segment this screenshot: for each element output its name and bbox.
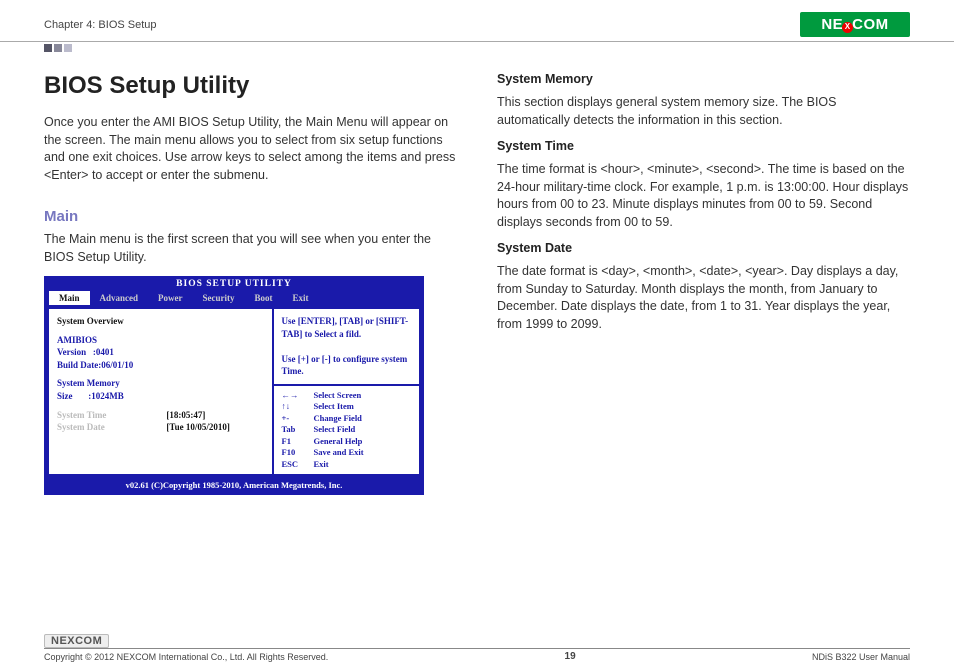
intro-paragraph: Once you enter the AMI BIOS Setup Utilit… xyxy=(44,114,457,184)
bios-footer: v02.61 (C)Copyright 1985-2010, American … xyxy=(45,478,423,494)
page-title: BIOS Setup Utility xyxy=(44,72,457,100)
logo-left: NE xyxy=(821,16,843,33)
system-date-label[interactable]: System Date xyxy=(57,421,106,434)
nav-key-tab: Tab xyxy=(282,424,306,435)
version-label: Version xyxy=(57,347,86,357)
bios-right-panel: Use [ENTER], [TAB] or [SHIFT-TAB] to Sel… xyxy=(274,307,422,476)
system-date-heading: System Date xyxy=(497,241,910,255)
nav-label-pm: Change Field xyxy=(314,413,362,424)
bios-tabs: Main Advanced Power Security Boot Exit xyxy=(45,291,423,305)
bios-help-panel: Use [ENTER], [TAB] or [SHIFT-TAB] to Sel… xyxy=(274,307,422,386)
bios-tab-power[interactable]: Power xyxy=(148,291,193,305)
system-time-text: The time format is <hour>, <minute>, <se… xyxy=(497,161,910,231)
chapter-label: Chapter 4: BIOS Setup xyxy=(44,19,157,31)
bios-body: System Overview AMIBIOS Version :0401 Bu… xyxy=(47,307,421,476)
bios-nav-panel: ←→ Select Screen ↑↓ Select Item +- Change F… xyxy=(274,386,422,476)
page-content: BIOS Setup Utility Once you enter the AM… xyxy=(0,62,954,495)
bios-left-panel: System Overview AMIBIOS Version :0401 Bu… xyxy=(47,307,274,476)
system-time-label[interactable]: System Time xyxy=(57,409,106,422)
system-time-heading: System Time xyxy=(497,139,910,153)
copyright-text: Copyright © 2012 NEXCOM International Co… xyxy=(44,652,328,662)
bios-tab-security[interactable]: Security xyxy=(193,291,245,305)
main-heading: Main xyxy=(44,208,457,225)
nav-key-ud: ↑↓ xyxy=(282,401,306,412)
nav-label-lr: Select Screen xyxy=(314,390,362,401)
footer-logo: NEXCOM xyxy=(44,634,910,648)
nav-label-f10: Save and Exit xyxy=(314,447,364,458)
amibios-label: AMIBIOS xyxy=(57,334,264,347)
build-date-label: Build Date xyxy=(57,360,98,370)
nav-key-f1: F1 xyxy=(282,436,306,447)
bios-title: BIOS SETUP UTILITY xyxy=(45,277,423,291)
system-date-text: The date format is <day>, <month>, <date… xyxy=(497,263,910,333)
main-description: The Main menu is the first screen that y… xyxy=(44,231,457,266)
nav-label-esc: Exit xyxy=(314,459,329,470)
system-memory-label: System Memory xyxy=(57,377,264,390)
footer-decoration xyxy=(44,625,910,632)
system-time-value[interactable]: [18:05:47] xyxy=(166,409,229,422)
size-label: Size xyxy=(57,391,73,401)
bios-tab-exit[interactable]: Exit xyxy=(283,291,319,305)
nav-key-lr: ←→ xyxy=(282,390,306,401)
bios-tab-advanced[interactable]: Advanced xyxy=(90,291,149,305)
bios-help-2: Use [+] or [-] to configure system Time. xyxy=(282,353,412,378)
system-memory-heading: System Memory xyxy=(497,72,910,86)
size-value: :1024MB xyxy=(88,391,124,401)
bios-tab-main[interactable]: Main xyxy=(49,291,90,305)
nav-label-ud: Select Item xyxy=(314,401,354,412)
system-date-value[interactable]: [Tue 10/05/2010] xyxy=(166,421,229,434)
left-column: BIOS Setup Utility Once you enter the AM… xyxy=(44,72,457,495)
page-header: Chapter 4: BIOS Setup NEXCOM xyxy=(0,0,954,42)
bios-screenshot: BIOS SETUP UTILITY Main Advanced Power S… xyxy=(44,276,424,495)
nav-key-pm: +- xyxy=(282,413,306,424)
nav-label-f1: General Help xyxy=(314,436,363,447)
system-memory-text: This section displays general system mem… xyxy=(497,94,910,129)
footer-rule xyxy=(44,648,910,649)
version-value: :0401 xyxy=(93,347,114,357)
nav-label-tab: Select Field xyxy=(314,424,356,435)
page-footer: NEXCOM Copyright © 2012 NEXCOM Internati… xyxy=(0,625,954,662)
header-decoration xyxy=(44,44,910,54)
bios-tab-boot[interactable]: Boot xyxy=(245,291,283,305)
logo-right: COM xyxy=(852,16,889,33)
right-column: System Memory This section displays gene… xyxy=(497,72,910,495)
nav-key-f10: F10 xyxy=(282,447,306,458)
nexcom-logo: NEXCOM xyxy=(800,12,910,37)
page-number: 19 xyxy=(565,651,576,662)
bios-help-1: Use [ENTER], [TAB] or [SHIFT-TAB] to Sel… xyxy=(282,315,412,340)
system-overview-label: System Overview xyxy=(57,315,264,328)
manual-name: NDiS B322 User Manual xyxy=(812,652,910,662)
footer-logo-text: NEXCOM xyxy=(44,634,109,648)
nav-key-esc: ESC xyxy=(282,459,306,470)
build-date-value: :06/01/10 xyxy=(98,360,133,370)
